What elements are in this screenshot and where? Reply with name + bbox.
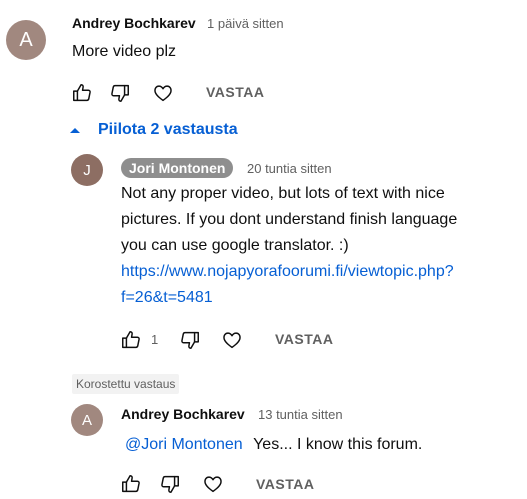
reply-text-line: pictures. If you dont understand finish …: [121, 211, 458, 228]
comment-time[interactable]: 1 päivä sitten: [207, 16, 284, 31]
like-button[interactable]: [119, 472, 143, 496]
dislike-button[interactable]: [108, 81, 132, 105]
thumbs-down-icon: [181, 331, 199, 349]
avatar-letter: J: [83, 161, 91, 179]
reply-button[interactable]: VASTAA: [256, 476, 314, 492]
forum-link-line: f=26&t=5481: [121, 289, 213, 306]
reply-button[interactable]: VASTAA: [275, 331, 333, 347]
avatar[interactable]: A: [6, 20, 46, 60]
thumbs-up-icon: [122, 475, 140, 493]
highlighted-reply-badge: Korostettu vastaus: [72, 374, 180, 394]
reply-text-line: Not any proper video, but lots of text w…: [121, 185, 445, 202]
heart-button[interactable]: [151, 81, 175, 105]
heart-button[interactable]: [201, 472, 225, 496]
hide-replies-label: Piilota 2 vastausta: [98, 121, 238, 138]
reply-text-body: Yes... I know this forum.: [253, 436, 423, 453]
avatar-letter: A: [81, 411, 92, 429]
reply-text: Not any proper video, but lots of text w…: [121, 181, 511, 311]
avatar[interactable]: A: [71, 404, 103, 436]
mention-link[interactable]: @Jori Montonen: [125, 436, 243, 453]
caret-up-icon: [70, 128, 80, 133]
dislike-button[interactable]: [178, 328, 202, 352]
like-count: 1: [151, 332, 159, 347]
reply-author-chip[interactable]: Jori Montonen: [121, 158, 234, 178]
reply-time[interactable]: 20 tuntia sitten: [247, 161, 332, 176]
dislike-button[interactable]: [158, 472, 182, 496]
reply-author[interactable]: Andrey Bochkarev: [121, 406, 245, 422]
hide-replies-toggle[interactable]: Piilota 2 vastausta: [68, 121, 238, 139]
like-button[interactable]: [119, 328, 143, 352]
reply-time[interactable]: 13 tuntia sitten: [258, 407, 343, 422]
reply-button[interactable]: VASTAA: [206, 84, 264, 100]
forum-link[interactable]: https://www.nojapyorafoorumi.fi/viewtopi…: [121, 259, 511, 311]
avatar[interactable]: J: [71, 154, 103, 186]
thumbs-down-icon: [111, 84, 129, 102]
heart-icon: [154, 85, 172, 102]
thumbs-down-icon: [161, 475, 179, 493]
reply-text: @Jori Montonen Yes... I know this forum.: [125, 432, 422, 458]
heart-button[interactable]: [220, 328, 244, 352]
reply-text-line: you can use google translator. :): [121, 237, 349, 254]
heart-icon: [204, 476, 222, 493]
like-button[interactable]: [70, 81, 94, 105]
heart-icon: [223, 332, 241, 349]
comment-text: More video plz: [72, 43, 177, 60]
thumbs-up-icon: [73, 84, 91, 102]
forum-link-line: https://www.nojapyorafoorumi.fi/viewtopi…: [121, 263, 454, 280]
comment-author[interactable]: Andrey Bochkarev: [72, 15, 196, 31]
thumbs-up-icon: [122, 331, 140, 349]
avatar-letter: A: [19, 28, 33, 51]
